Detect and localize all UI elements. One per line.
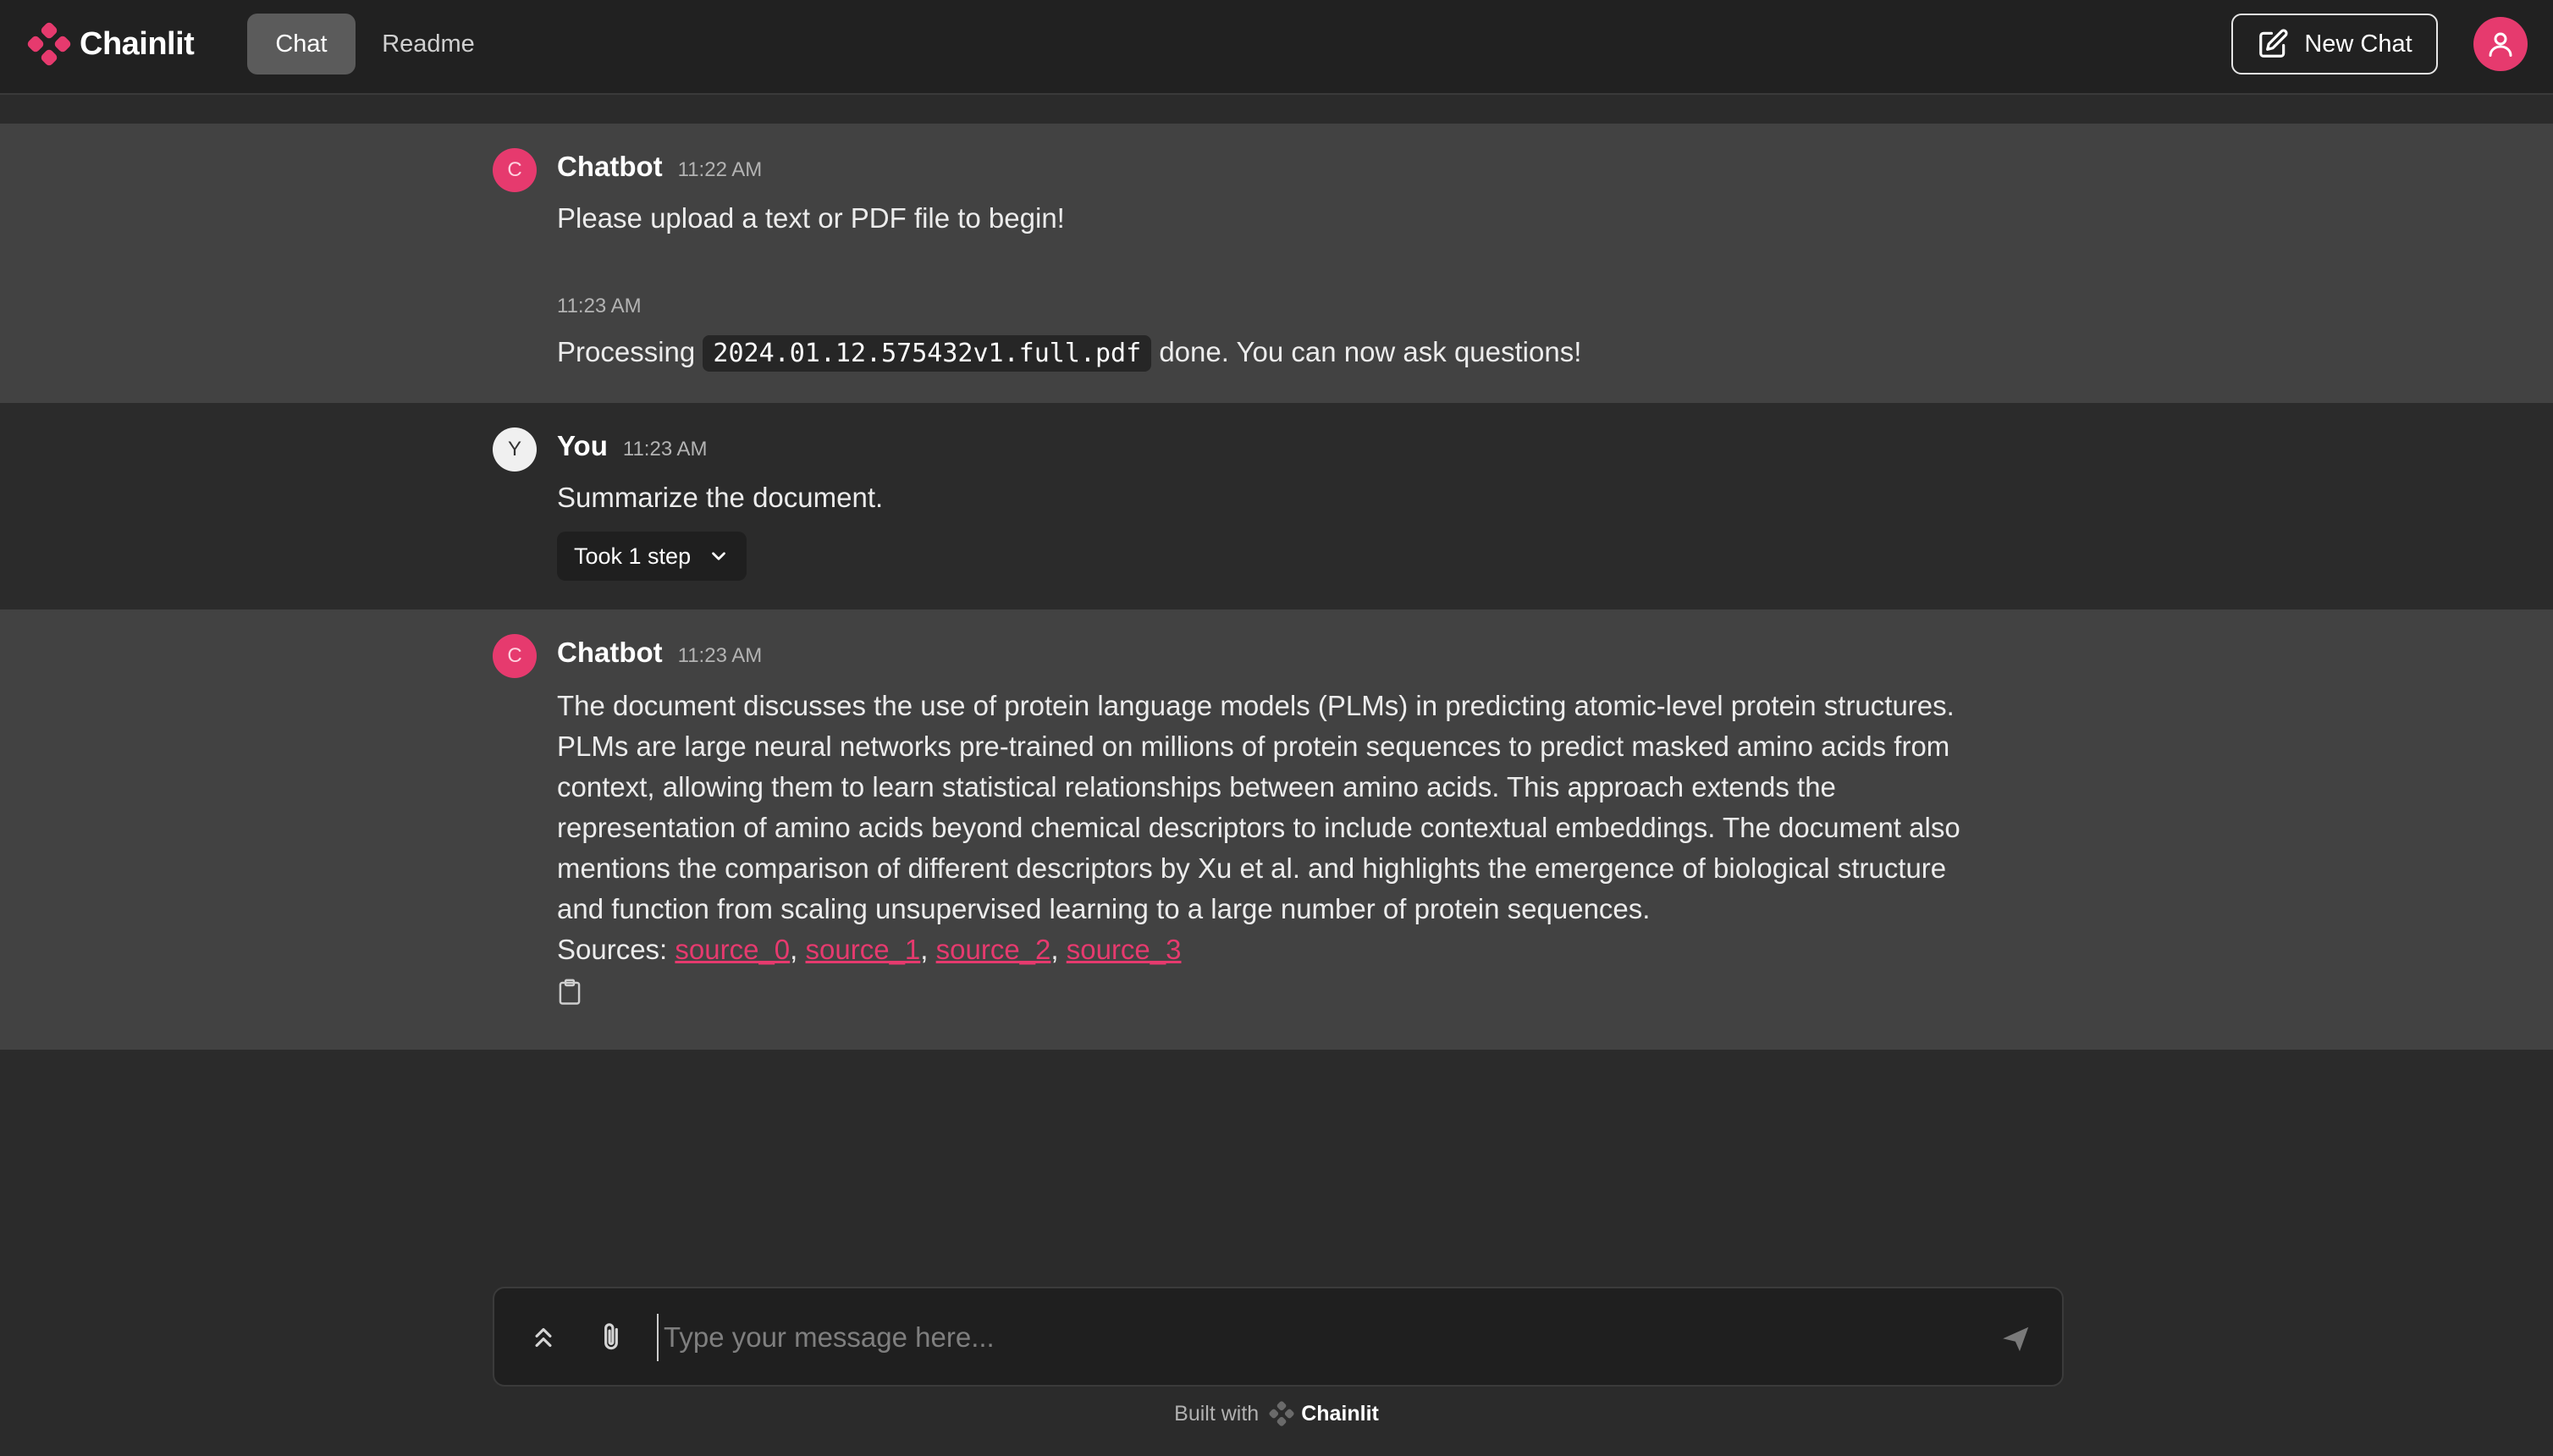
source-link-2[interactable]: source_2 xyxy=(936,934,1051,965)
author-name: Chatbot xyxy=(557,637,663,668)
message-time: 11:23 AM xyxy=(677,644,763,667)
message-composer xyxy=(493,1287,2064,1387)
chevrons-up-icon xyxy=(535,1327,552,1348)
top-bar: Chainlit Chat Readme New Chat xyxy=(0,0,2553,95)
answer-line: PLMs are large neural networks pre-train… xyxy=(557,731,1950,762)
tab-chat[interactable]: Chat xyxy=(247,14,356,74)
send-icon xyxy=(2003,1326,2029,1352)
user-avatar: Y xyxy=(493,427,537,472)
processing-prefix: Processing xyxy=(557,336,696,367)
message-header: Chatbot 11:23 AM xyxy=(557,637,762,669)
attach-file-button[interactable] xyxy=(593,1319,630,1356)
message-input[interactable] xyxy=(657,1314,1960,1361)
clipboard-icon[interactable] xyxy=(557,979,582,1006)
message-text: Summarize the document. xyxy=(557,482,884,513)
user-icon xyxy=(2489,32,2512,57)
sources-label: Sources: xyxy=(557,934,668,965)
chatbot-avatar: C xyxy=(493,148,537,192)
answer-line: representation of amino acids beyond che… xyxy=(557,812,1960,843)
answer-line: The document discusses the use of protei… xyxy=(557,690,1955,721)
message-header: You 11:23 AM xyxy=(557,430,708,462)
message-time: 11:23 AM xyxy=(622,438,708,461)
footer: Built with Chainlit xyxy=(0,1397,2553,1431)
edit-square-icon xyxy=(2259,29,2288,58)
message-text: Please upload a text or PDF file to begi… xyxy=(557,202,1065,234)
message-group-chatbot-2: C Chatbot 11:23 AM The document discusse… xyxy=(0,609,2553,1050)
answer-line: mentions the comparison of different des… xyxy=(557,852,1947,884)
chevron-down-icon xyxy=(712,552,725,560)
send-button[interactable] xyxy=(1998,1321,2035,1358)
author-name: Chatbot xyxy=(557,151,663,182)
answer-line: and function from scaling unsupervised l… xyxy=(557,893,1651,924)
chainlit-mini-logo-icon xyxy=(1269,1401,1294,1426)
new-chat-button[interactable]: New Chat xyxy=(2231,14,2438,74)
chatbot-avatar: C xyxy=(493,634,537,678)
app-name: Chainlit xyxy=(80,25,195,62)
message-text-processing: Processing 2024.01.12.575432v1.full.pdf … xyxy=(557,332,1581,374)
app-logo[interactable]: Chainlit xyxy=(27,20,195,68)
chainlit-logo-icon xyxy=(27,22,71,66)
new-chat-label: New Chat xyxy=(2304,30,2412,58)
source-link-0[interactable]: source_0 xyxy=(675,934,790,965)
message-group-chatbot-1: C Chatbot 11:22 AM Please upload a text … xyxy=(0,124,2553,403)
sources-line: Sources: source_0, source_1, source_2, s… xyxy=(557,934,1182,965)
paperclip-icon xyxy=(604,1323,618,1350)
tab-readme[interactable]: Readme xyxy=(369,14,488,74)
message-header: Chatbot 11:22 AM xyxy=(557,151,762,183)
built-with-text: Built with xyxy=(1174,1401,1260,1426)
expand-button[interactable] xyxy=(525,1319,562,1356)
steps-label: Took 1 step xyxy=(574,543,692,569)
message-time: 11:22 AM xyxy=(677,158,763,181)
answer-text: The document discusses the use of protei… xyxy=(557,686,2030,970)
footer-brand[interactable]: Chainlit xyxy=(1301,1402,1379,1426)
user-menu-button[interactable] xyxy=(2473,17,2528,71)
answer-line: context, allowing them to learn statisti… xyxy=(557,771,1836,802)
file-name-code: 2024.01.12.575432v1.full.pdf xyxy=(703,335,1152,372)
message-time: 11:23 AM xyxy=(557,295,642,317)
processing-suffix: done. You can now ask questions! xyxy=(1159,336,1582,367)
source-link-3[interactable]: source_3 xyxy=(1067,934,1182,965)
source-link-1[interactable]: source_1 xyxy=(806,934,921,965)
message-group-user: Y You 11:23 AM Summarize the document. T… xyxy=(0,403,2553,609)
author-name: You xyxy=(557,430,608,461)
steps-toggle-button[interactable]: Took 1 step xyxy=(557,532,747,581)
